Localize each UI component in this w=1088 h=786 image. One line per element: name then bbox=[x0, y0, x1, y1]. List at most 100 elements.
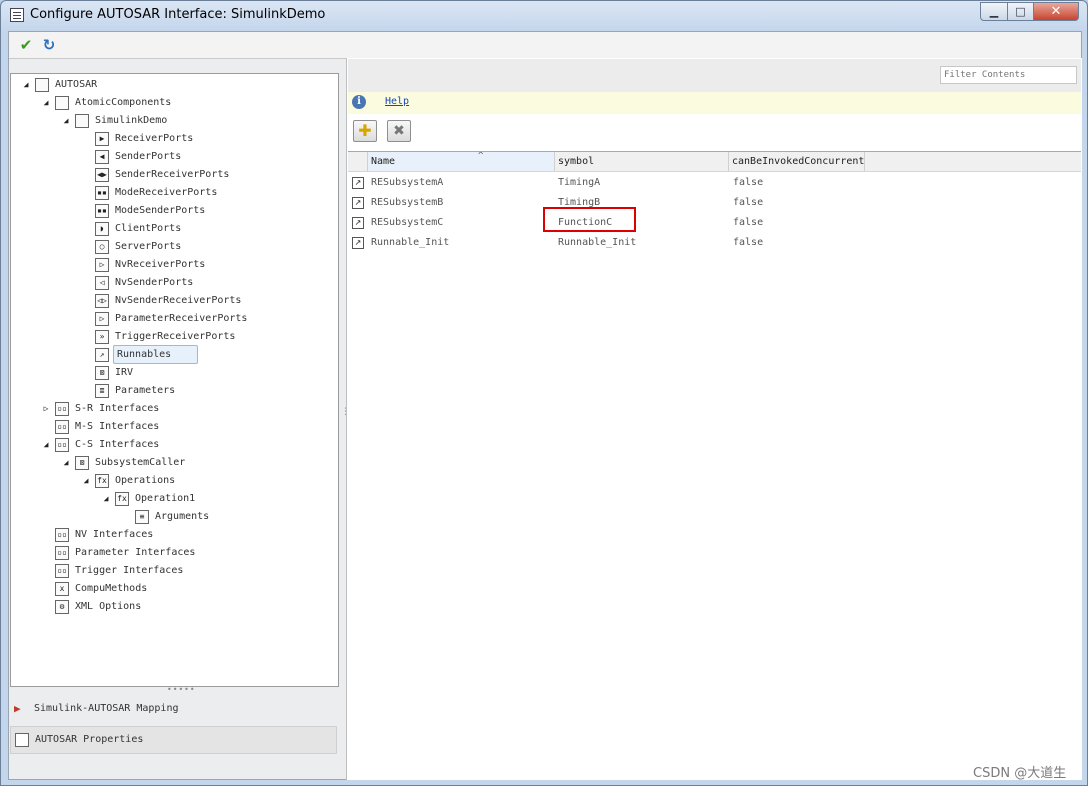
simulink-autosar-mapping-tab[interactable]: ▶ Simulink-AUTOSAR Mapping bbox=[10, 696, 337, 722]
compu-method-icon: x bbox=[55, 582, 69, 596]
tree-item-label: M-S Interfaces bbox=[75, 421, 160, 432]
help-link[interactable]: Help bbox=[385, 96, 409, 107]
expand-toggle-icon[interactable]: ◢ bbox=[81, 472, 91, 490]
properties-tab-label: AUTOSAR Properties bbox=[35, 734, 144, 745]
filter-input[interactable] bbox=[940, 66, 1077, 84]
icon-column-header bbox=[348, 152, 368, 171]
interfaces-icon: ▫▫ bbox=[55, 438, 69, 452]
nv-receiver-port-icon: ▷ bbox=[95, 258, 109, 272]
autosar-properties-tab[interactable]: AUTOSAR Properties bbox=[10, 726, 337, 754]
tree-item-label: Runnables bbox=[113, 345, 199, 364]
symbol-cell[interactable]: Runnable_Init bbox=[558, 233, 636, 253]
table-row[interactable]: ↗ Runnable_Init Runnable_Init false bbox=[348, 233, 1081, 253]
name-cell[interactable]: Runnable_Init bbox=[371, 233, 449, 253]
tree-item-label: AUTOSAR bbox=[55, 79, 98, 90]
pane-resize-handle[interactable]: ••••• bbox=[167, 686, 195, 694]
minimize-button[interactable]: ▁ bbox=[980, 2, 1008, 21]
parameters-icon: ≣ bbox=[95, 384, 109, 398]
close-button[interactable]: ✕ bbox=[1033, 2, 1079, 21]
tree-item-label: C-S Interfaces bbox=[75, 439, 160, 450]
grid-icon bbox=[35, 78, 49, 92]
tree-item-label: Parameter Interfaces bbox=[75, 547, 196, 558]
window-icon bbox=[10, 8, 24, 22]
sender-port-icon: ◀ bbox=[95, 150, 109, 164]
tree-item-label: ReceiverPorts bbox=[115, 133, 194, 144]
tree-item-label: Operation1 bbox=[135, 493, 196, 504]
tree-item-label: SenderPorts bbox=[115, 151, 182, 162]
tree-item-label: ModeSenderPorts bbox=[115, 205, 206, 216]
column-header-concurrent[interactable]: canBeInvokedConcurrently bbox=[729, 152, 865, 171]
server-port-icon: ○ bbox=[95, 240, 109, 254]
runnables-table: Name ^ symbol canBeInvokedConcurrently ↗… bbox=[348, 151, 1081, 781]
filter-bar bbox=[348, 59, 1081, 93]
mapping-tab-label: Simulink-AUTOSAR Mapping bbox=[34, 703, 179, 714]
runnable-icon: ↗ bbox=[352, 197, 364, 209]
tree-item-label: ModeReceiverPorts bbox=[115, 187, 218, 198]
expand-toggle-icon[interactable]: ◢ bbox=[41, 436, 51, 454]
fx-icon: fx bbox=[115, 492, 129, 506]
expand-toggle-icon[interactable]: ◢ bbox=[101, 490, 111, 508]
expand-toggle-icon[interactable]: ◢ bbox=[61, 112, 71, 130]
tree-item-label: Arguments bbox=[155, 511, 210, 522]
concurrent-cell[interactable]: false bbox=[733, 173, 763, 193]
maximize-button[interactable]: □ bbox=[1007, 2, 1034, 21]
tree-item-label: NV Interfaces bbox=[75, 529, 154, 540]
delete-button[interactable]: ✖ bbox=[387, 120, 411, 142]
watermark: CSDN @大道生 bbox=[973, 766, 1067, 781]
client-area: ✔ ↻ ◢ AUTOSAR ◢ AtomicComponents ◢ SimulinkDe… bbox=[8, 31, 1082, 780]
runnable-icon: ↗ bbox=[352, 177, 364, 189]
title-bar[interactable]: Configure AUTOSAR Interface: SimulinkDem… bbox=[1, 1, 1087, 31]
vertical-splitter[interactable]: ⋮ bbox=[341, 408, 350, 417]
help-bar: i Help bbox=[348, 92, 1081, 115]
column-header-symbol[interactable]: symbol bbox=[555, 152, 729, 171]
table-row[interactable]: ↗ RESubsystemA TimingA false bbox=[348, 173, 1081, 193]
interfaces-icon: ▫▫ bbox=[55, 420, 69, 434]
tree-item-label: SubsystemCaller bbox=[95, 457, 186, 468]
table-row[interactable]: ↗ RESubsystemC FunctionC false bbox=[348, 207, 1081, 233]
nv-sender-port-icon: ◁ bbox=[95, 276, 109, 290]
action-bar: ✚ ✖ bbox=[348, 114, 1081, 150]
concurrent-cell[interactable]: false bbox=[733, 233, 763, 253]
tree-item-label: Parameters bbox=[115, 385, 176, 396]
sort-ascending-icon: ^ bbox=[478, 152, 484, 161]
tree-item-label: ServerPorts bbox=[115, 241, 182, 252]
table-row[interactable]: ↗ RESubsystemB TimingB false bbox=[348, 193, 1081, 213]
trigger-receiver-port-icon: » bbox=[95, 330, 109, 344]
bottom-navigation: ▶ Simulink-AUTOSAR Mapping AUTOSAR Prope… bbox=[10, 696, 337, 754]
tree-pane: ◢ AUTOSAR ◢ AtomicComponents ◢ SimulinkDemo ▶ R… bbox=[10, 73, 339, 687]
receiver-port-icon: ▶ bbox=[95, 132, 109, 146]
interface-icon: ⊠ bbox=[75, 456, 89, 470]
name-cell[interactable]: RESubsystemA bbox=[371, 173, 443, 193]
name-cell[interactable]: RESubsystemC bbox=[371, 213, 443, 233]
column-header-name[interactable]: Name ^ bbox=[368, 152, 555, 171]
expand-toggle-icon[interactable]: ◢ bbox=[61, 454, 71, 472]
concurrent-cell[interactable]: false bbox=[733, 193, 763, 213]
tree-item-label: Trigger Interfaces bbox=[75, 565, 184, 576]
symbol-cell[interactable]: TimingA bbox=[558, 173, 600, 193]
column-header-name-label: Name bbox=[371, 156, 396, 167]
apply-checkmark-icon[interactable]: ✔ bbox=[17, 36, 35, 54]
runnable-icon: ↗ bbox=[352, 237, 364, 249]
tree-item-label: S-R Interfaces bbox=[75, 403, 160, 414]
tree-item-label: ClientPorts bbox=[115, 223, 182, 234]
concurrent-cell[interactable]: false bbox=[733, 213, 763, 233]
refresh-icon[interactable]: ↻ bbox=[40, 36, 58, 54]
grid-icon bbox=[15, 733, 29, 747]
client-port-icon: ◗ bbox=[95, 222, 109, 236]
add-button[interactable]: ✚ bbox=[353, 120, 377, 142]
arguments-icon: ≡ bbox=[135, 510, 149, 524]
tree-item-label: TriggerReceiverPorts bbox=[115, 331, 236, 342]
expand-toggle-icon[interactable]: ▷ bbox=[41, 400, 51, 418]
mode-receiver-port-icon: ▪▪ bbox=[95, 186, 109, 200]
tree-item-label: SenderReceiverPorts bbox=[115, 169, 230, 180]
gear-icon: ⚙ bbox=[55, 600, 69, 614]
expand-toggle-icon[interactable]: ◢ bbox=[41, 94, 51, 112]
name-cell[interactable]: RESubsystemB bbox=[371, 193, 443, 213]
components-icon bbox=[55, 96, 69, 110]
tree-item-label: NvSenderPorts bbox=[115, 277, 194, 288]
main-toolbar: ✔ ↻ bbox=[9, 32, 1081, 59]
tree-item-label: NvSenderReceiverPorts bbox=[115, 295, 242, 306]
mode-sender-port-icon: ▪▪ bbox=[95, 204, 109, 218]
app-window: Configure AUTOSAR Interface: SimulinkDem… bbox=[0, 0, 1088, 786]
expand-toggle-icon[interactable]: ◢ bbox=[21, 76, 31, 94]
